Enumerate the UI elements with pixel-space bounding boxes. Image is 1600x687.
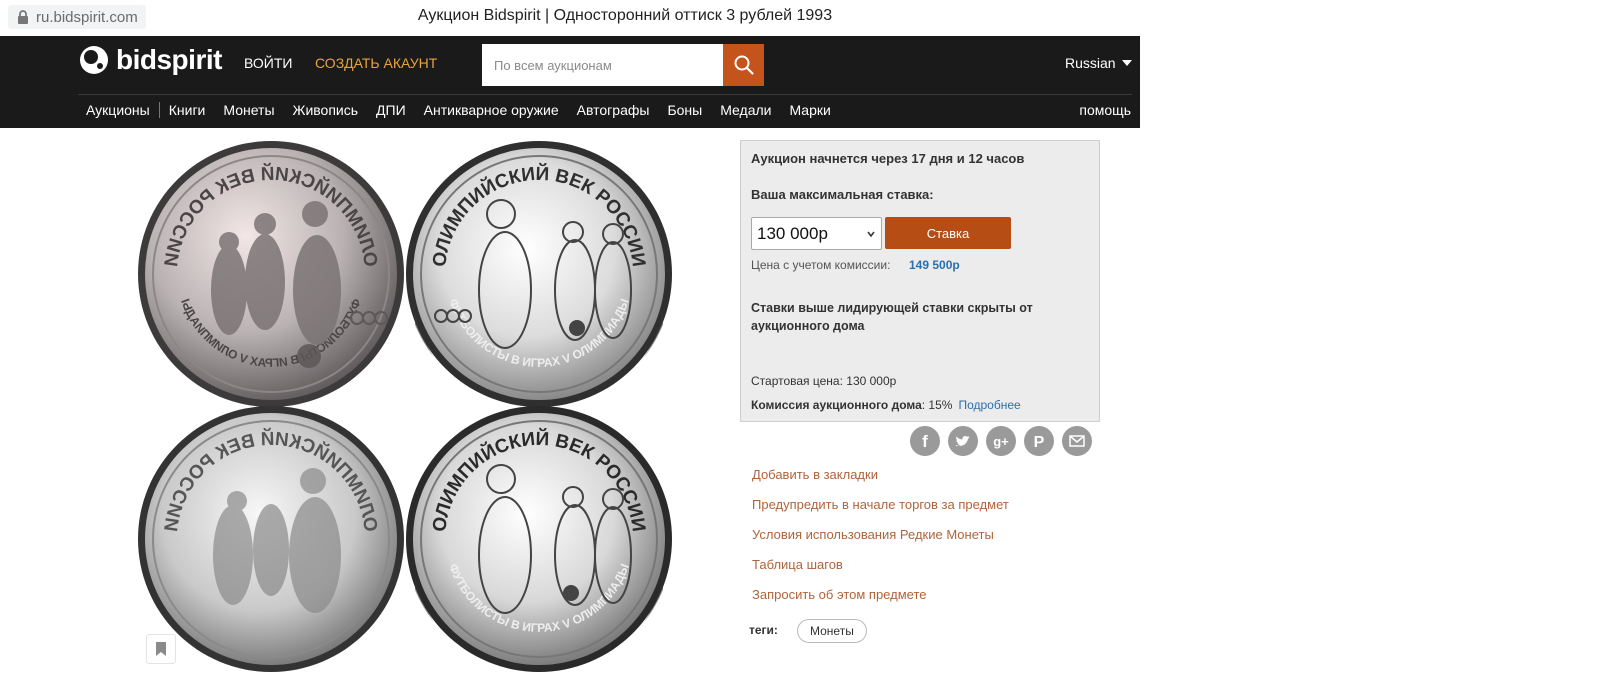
nav-item-antique-weapons[interactable]: Антикварное оружие bbox=[424, 102, 559, 118]
nav-item-banknotes[interactable]: Боны bbox=[667, 102, 702, 118]
search-icon bbox=[734, 55, 754, 75]
bid-panel: Аукцион начнется через 17 дня и 12 часов… bbox=[740, 140, 1100, 422]
nav-item-coins[interactable]: Монеты bbox=[223, 102, 274, 118]
commission-details-link[interactable]: Подробнее bbox=[958, 398, 1020, 412]
ask-about-item-link[interactable]: Запросить об этом предмете bbox=[752, 587, 926, 602]
site-header: bidspirit ВОЙТИ СОЗДАТЬ АКАУНТ Russian А… bbox=[0, 36, 1140, 128]
coin-image-bottom-right[interactable]: ОЛИМПИЙСКИЙ ВЕК РОССИИ ФУТБОЛИСТЫ В ИГРА… bbox=[405, 405, 673, 673]
nav-item-stamps[interactable]: Марки bbox=[789, 102, 830, 118]
logo-mark-icon bbox=[80, 46, 108, 74]
page-title: Аукцион Bidspirit | Односторонний оттиск… bbox=[417, 7, 833, 24]
nav-item-medals[interactable]: Медали bbox=[720, 102, 771, 118]
search-bar bbox=[482, 44, 764, 86]
facebook-icon[interactable]: f bbox=[910, 426, 940, 456]
add-bookmark-link[interactable]: Добавить в закладки bbox=[752, 467, 878, 482]
notify-start-link[interactable]: Предупредить в начале торгов за предмет bbox=[752, 497, 1009, 512]
language-label: Russian bbox=[1065, 55, 1116, 71]
nav-item-autographs[interactable]: Автографы bbox=[577, 102, 650, 118]
nav-separator bbox=[158, 102, 160, 118]
google-plus-icon[interactable]: g+ bbox=[986, 426, 1016, 456]
commission-price-label: Цена с учетом комиссии: bbox=[751, 258, 891, 272]
auction-countdown: Аукцион начнется через 17 дня и 12 часов bbox=[751, 151, 1025, 166]
help-link[interactable]: помощь bbox=[1079, 102, 1131, 118]
share-buttons: f g+ P bbox=[910, 426, 1092, 456]
bid-amount-select[interactable]: 130 000р bbox=[751, 217, 882, 250]
svg-text:f: f bbox=[922, 432, 928, 451]
svg-text:g+: g+ bbox=[993, 434, 1009, 449]
bookmark-icon bbox=[156, 642, 166, 656]
tags-label: теги: bbox=[749, 623, 778, 637]
house-commission: Комиссия аукционного дома: 15% Подробнее bbox=[751, 398, 1021, 412]
increments-table-link[interactable]: Таблица шагов bbox=[752, 557, 843, 572]
save-image-button[interactable] bbox=[146, 634, 176, 664]
header-divider bbox=[78, 94, 1132, 95]
caret-down-icon bbox=[1121, 60, 1132, 66]
commission-price-value: 149 500р bbox=[909, 258, 960, 272]
nav-item-painting[interactable]: Живопись bbox=[293, 102, 359, 118]
bidspirit-logo[interactable]: bidspirit bbox=[78, 44, 222, 76]
terms-link[interactable]: Условия использования Редкие Монеты bbox=[752, 527, 994, 542]
house-commission-label: Комиссия аукционного дома bbox=[751, 398, 922, 412]
nav-item-auctions[interactable]: Аукционы bbox=[86, 102, 150, 118]
language-selector[interactable]: Russian bbox=[1065, 55, 1132, 71]
twitter-icon[interactable] bbox=[948, 426, 978, 456]
svg-text:P: P bbox=[1034, 434, 1045, 451]
search-input[interactable] bbox=[482, 44, 723, 86]
bid-amount-value: 130 000р bbox=[757, 223, 828, 243]
browser-bar: ru.bidspirit.com Аукцион Bidspirit | Одн… bbox=[0, 0, 1600, 36]
start-price: Стартовая цена: 130 000р bbox=[751, 374, 897, 388]
pinterest-icon[interactable]: P bbox=[1024, 426, 1054, 456]
nav-item-books[interactable]: Книги bbox=[169, 102, 206, 118]
coin-image-top-left[interactable]: ОЛИМПИЙСКИЙ ВЕК РОССИИ ФУТБОЛИСТЫ В ИГРА… bbox=[137, 140, 405, 408]
register-link[interactable]: СОЗДАТЬ АКАУНТ bbox=[315, 55, 437, 71]
hidden-bids-note: Ставки выше лидирующей ставки скрыты от … bbox=[751, 301, 1033, 333]
place-bid-button[interactable]: Ставка bbox=[885, 217, 1011, 249]
nav-item-applied-art[interactable]: ДПИ bbox=[376, 102, 406, 118]
logo-text: bidspirit bbox=[116, 44, 222, 75]
login-link[interactable]: ВОЙТИ bbox=[244, 55, 292, 71]
max-bid-label: Ваша максимальная ставка: bbox=[751, 187, 934, 202]
house-commission-value: : 15% bbox=[921, 398, 953, 412]
coin-image-bottom-left[interactable]: ОЛИМПИЙСКИЙ ВЕК РОССИИ bbox=[137, 405, 405, 673]
category-nav: Аукционы Книги Монеты Живопись ДПИ Антик… bbox=[86, 102, 849, 118]
email-icon[interactable] bbox=[1062, 426, 1092, 456]
coin-image-top-right[interactable]: ОЛИМПИЙСКИЙ ВЕК РОССИИ ФУТБОЛИСТЫ В ИГРА… bbox=[405, 140, 673, 408]
search-button[interactable] bbox=[723, 44, 764, 86]
tag-coins[interactable]: Монеты bbox=[797, 619, 867, 643]
chevron-down-icon bbox=[867, 231, 875, 238]
